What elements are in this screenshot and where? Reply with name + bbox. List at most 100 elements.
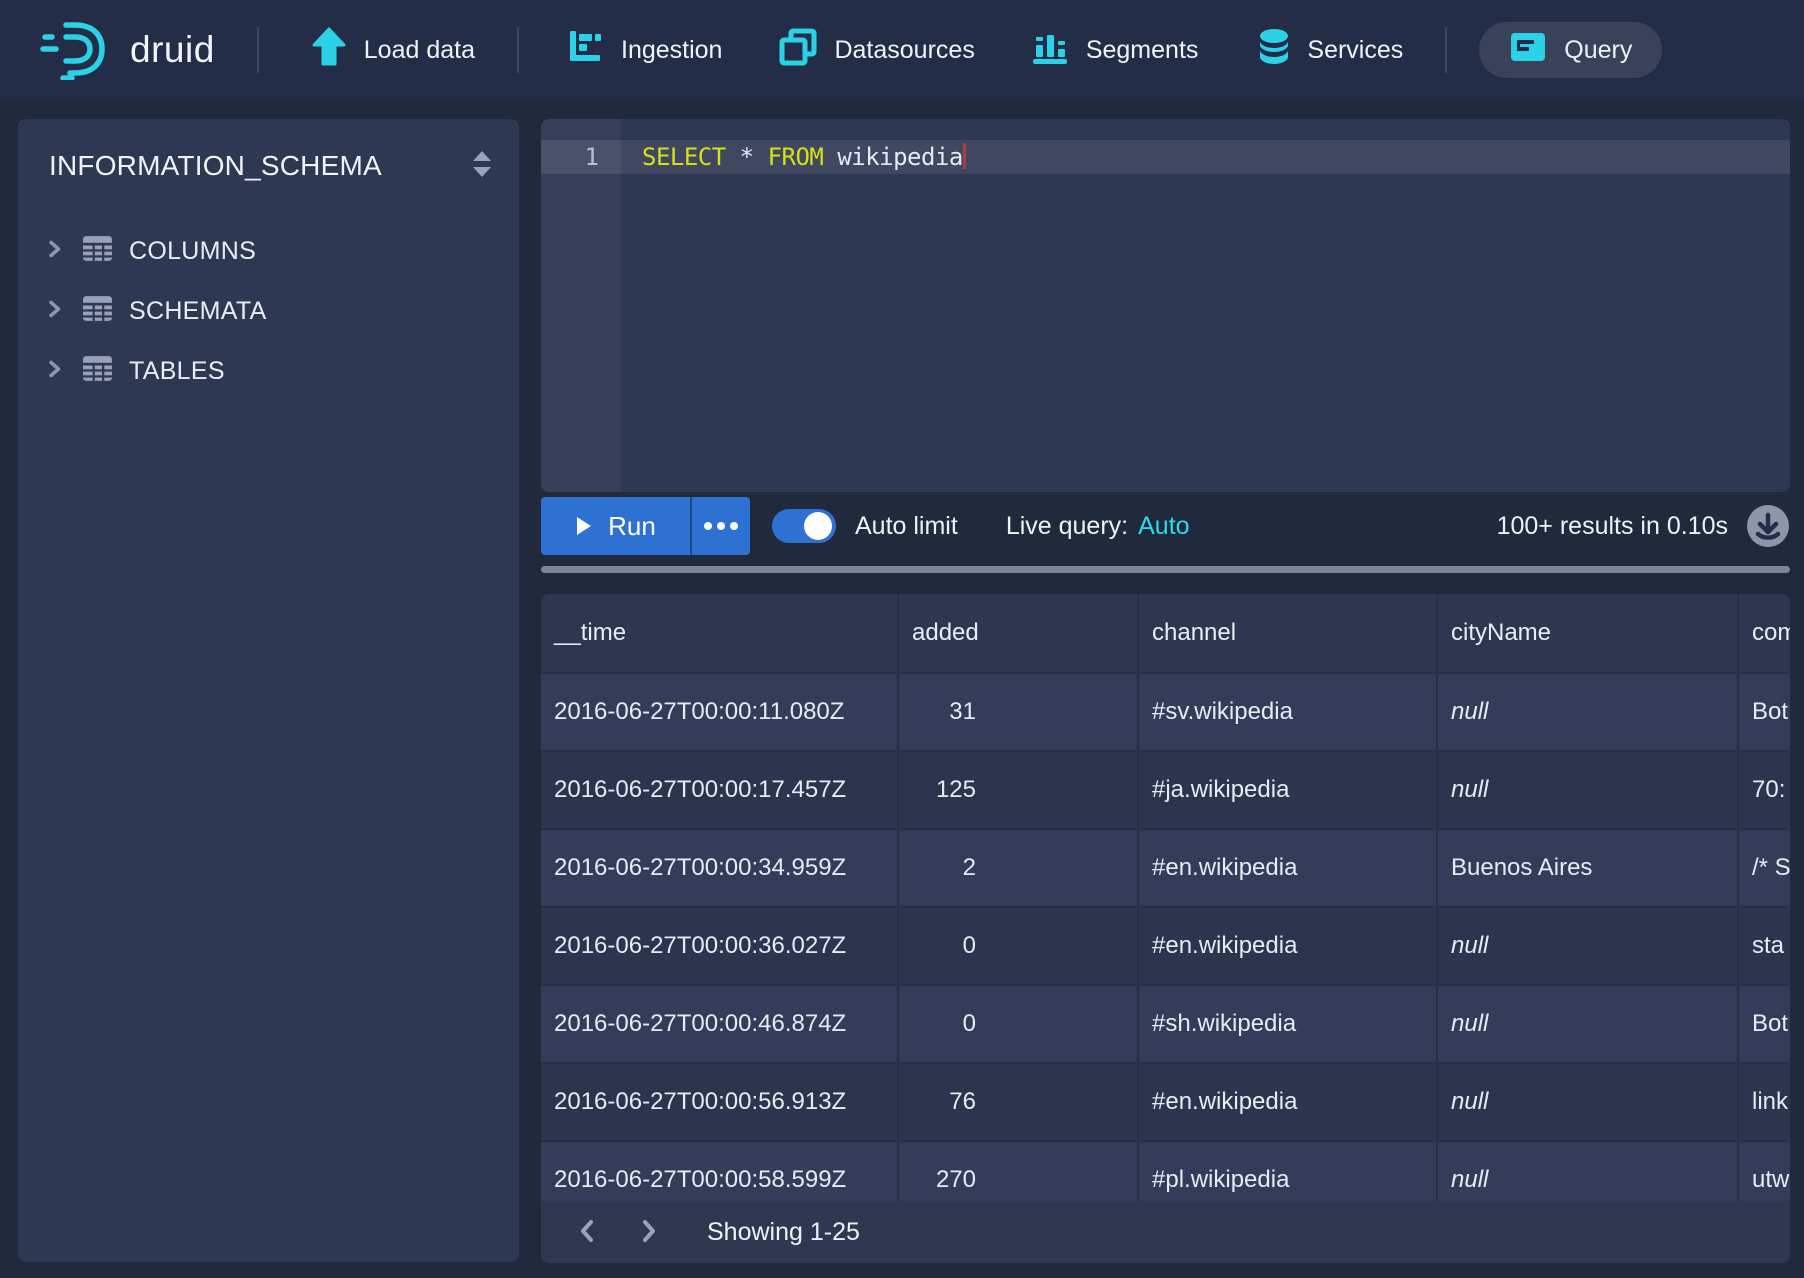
table-grid-icon [82,353,113,389]
chevron-right-icon[interactable] [44,239,64,264]
column-header-time[interactable]: __time [541,594,899,674]
cell-cityname[interactable]: Buenos Aires [1438,830,1739,908]
line-number: 1 [541,140,621,174]
cell-cityname[interactable]: null [1438,674,1739,752]
play-icon [575,516,592,536]
sql-editor[interactable]: 1 SELECT * FROM wikipedia [541,119,1790,492]
schema-sidebar: INFORMATION_SCHEMA [18,119,519,1262]
showing-range-label: Showing 1-25 [707,1218,860,1247]
query-console-icon [1509,28,1547,73]
cell-channel[interactable]: #en.wikipedia [1139,830,1438,908]
cell-channel[interactable]: #en.wikipedia [1139,908,1438,986]
schema-tree: COLUMNS SCHEMATA [18,221,519,401]
tree-item-schemata[interactable]: SCHEMATA [18,281,519,341]
cell-comment[interactable]: link [1739,1064,1790,1142]
sql-code-line[interactable]: SELECT * FROM wikipedia [642,140,966,174]
live-query-label: Live query: [1006,512,1128,541]
next-page-button[interactable] [629,1210,669,1254]
cell-channel[interactable]: #ja.wikipedia [1139,752,1438,830]
top-navigation: druid Load data Ingestion [0,0,1804,100]
horizontal-scrollbar[interactable] [541,566,1790,573]
cell-cityname[interactable]: null [1438,908,1739,986]
cell-comment[interactable]: utw [1739,1142,1790,1201]
cell-time[interactable]: 2016-06-27T00:00:56.913Z [541,1064,899,1142]
cell-added[interactable]: 0 [899,908,1139,986]
cell-channel[interactable]: #en.wikipedia [1139,1064,1438,1142]
cell-time[interactable]: 2016-06-27T00:00:17.457Z [541,752,899,830]
druid-logo[interactable]: druid [40,16,215,85]
ellipsis-icon [717,522,725,530]
chevron-right-icon [638,1218,660,1247]
nav-divider [517,27,519,73]
brand-name: druid [130,29,215,71]
double-caret-sort-icon[interactable] [471,150,493,183]
sql-keyword: FROM [768,143,824,171]
nav-item-services[interactable]: Services [1258,28,1403,73]
table-grid-icon [82,293,113,329]
table-header-row: __time added channel cityName comment [541,594,1790,674]
cell-channel[interactable]: #sv.wikipedia [1139,674,1438,752]
bar-chart-icon [1031,29,1069,72]
cell-cityname[interactable]: null [1438,1142,1739,1201]
cell-comment[interactable]: /* S [1739,830,1790,908]
cell-time[interactable]: 2016-06-27T00:00:11.080Z [541,674,899,752]
more-options-button[interactable] [690,497,750,555]
cell-comment[interactable]: Bot [1739,986,1790,1064]
toggle-knob [804,512,832,540]
cell-added[interactable]: 125 [899,752,1139,830]
cell-time[interactable]: 2016-06-27T00:00:36.027Z [541,908,899,986]
results-table: __time added channel cityName comment 20… [541,594,1790,1201]
cell-added[interactable]: 0 [899,986,1139,1064]
pagination-bar: Showing 1-25 [541,1201,1790,1263]
cell-comment[interactable]: sta [1739,908,1790,986]
nav-divider [1445,27,1447,73]
chevron-right-icon[interactable] [44,359,64,384]
column-header-comment[interactable]: comment [1739,594,1790,674]
chevron-right-icon[interactable] [44,299,64,324]
table-row: 2016-06-27T00:00:56.913Z 76 #en.wikipedi… [541,1064,1790,1142]
table-grid-icon [82,233,113,269]
cell-time[interactable]: 2016-06-27T00:00:34.959Z [541,830,899,908]
results-summary: 100+ results in 0.10s [1497,512,1728,541]
tree-item-tables[interactable]: TABLES [18,341,519,401]
prev-page-button[interactable] [567,1210,607,1254]
cell-added[interactable]: 2 [899,830,1139,908]
nav-item-query-active[interactable]: Query [1479,22,1662,78]
cell-time[interactable]: 2016-06-27T00:00:46.874Z [541,986,899,1064]
column-header-added[interactable]: added [899,594,1139,674]
nav-item-segments[interactable]: Segments [1031,29,1199,72]
cell-cityname[interactable]: null [1438,752,1739,830]
cell-time[interactable]: 2016-06-27T00:00:58.599Z [541,1142,899,1201]
nav-item-ingestion[interactable]: Ingestion [568,29,722,72]
cell-cityname[interactable]: null [1438,1064,1739,1142]
chevron-left-icon [576,1218,598,1247]
editor-gutter [541,119,621,492]
schema-header: INFORMATION_SCHEMA [18,145,519,187]
run-button[interactable]: Run [541,497,690,555]
download-icon[interactable] [1746,504,1790,548]
run-toolbar: Run Auto limit Live query: Auto 100+ res… [541,497,1790,555]
sql-keyword: SELECT [642,143,726,171]
table-row: 2016-06-27T00:00:34.959Z 2 #en.wikipedia… [541,830,1790,908]
cell-comment[interactable]: 70: [1739,752,1790,830]
tree-item-columns[interactable]: COLUMNS [18,221,519,281]
cell-channel[interactable]: #sh.wikipedia [1139,986,1438,1064]
cell-added[interactable]: 76 [899,1064,1139,1142]
auto-limit-toggle[interactable] [772,509,836,543]
cell-cityname[interactable]: null [1438,986,1739,1064]
cell-added[interactable]: 31 [899,674,1139,752]
nav-item-datasources[interactable]: Datasources [779,28,974,73]
query-workbench: 1 SELECT * FROM wikipedia Run Auto limit… [541,119,1790,1262]
table-row: 2016-06-27T00:00:36.027Z 0 #en.wikipedia… [541,908,1790,986]
nav-item-load-data[interactable]: Load data [311,27,475,74]
column-header-cityname[interactable]: cityName [1438,594,1739,674]
database-icon [1258,28,1290,73]
table-row: 2016-06-27T00:00:58.599Z 270 #pl.wikiped… [541,1142,1790,1201]
cell-channel[interactable]: #pl.wikipedia [1139,1142,1438,1201]
sql-star: * [740,143,754,171]
column-header-channel[interactable]: channel [1139,594,1438,674]
live-query-value[interactable]: Auto [1138,512,1189,541]
cell-comment[interactable]: Bot [1739,674,1790,752]
cell-added[interactable]: 270 [899,1142,1139,1201]
ellipsis-icon [704,522,712,530]
